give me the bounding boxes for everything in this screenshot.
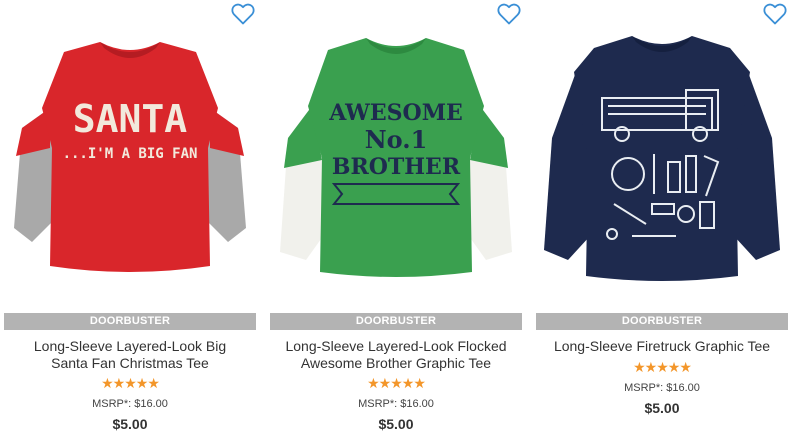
product-title-link[interactable]: Long-Sleeve Layered-Look Big Santa Fan C… [4, 338, 256, 372]
sale-price: $5.00 [378, 416, 414, 432]
shirt-print-subtext: BROTHER [332, 154, 461, 180]
rating-stars: ★★★★★ [101, 376, 160, 392]
product-image[interactable]: SANTA ...I'M A BIG FAN [4, 28, 256, 310]
shirt-print-subtext: No.1 [365, 125, 428, 154]
doorbuster-badge: DOORBUSTER [4, 313, 256, 330]
sale-price: $5.00 [112, 416, 148, 432]
rating-stars: ★★★★★ [367, 376, 426, 392]
product-title-line: Long-Sleeve Firetruck Graphic Tee [553, 338, 771, 354]
product-grid: SANTA ...I'M A BIG FAN DOORBUSTER Long-S… [0, 0, 794, 442]
product-title-line: Long-Sleeve Layered-Look Big [33, 338, 227, 354]
wishlist-heart-icon[interactable] [762, 2, 788, 26]
product-title-line: Long-Sleeve Layered-Look Flocked [285, 338, 507, 354]
rating-stars: ★★★★★ [633, 360, 692, 376]
shirt-print-text: SANTA [73, 97, 188, 141]
product-card: AWESOME No.1 BROTHER DOORBUSTER Long-Sle… [270, 0, 522, 442]
product-card: SANTA ...I'M A BIG FAN DOORBUSTER Long-S… [4, 0, 256, 442]
product-image[interactable]: AWESOME No.1 BROTHER [270, 28, 522, 310]
doorbuster-badge: DOORBUSTER [270, 313, 522, 330]
sale-price: $5.00 [644, 400, 680, 416]
msrp-price: MSRP*: $16.00 [358, 398, 434, 410]
msrp-price: MSRP*: $16.00 [624, 382, 700, 394]
product-image[interactable] [536, 28, 788, 310]
doorbuster-badge: DOORBUSTER [536, 313, 788, 330]
product-title-link[interactable]: Long-Sleeve Layered-Look Flocked Awesome… [270, 338, 522, 372]
wishlist-heart-icon[interactable] [230, 2, 256, 26]
product-title-line: Awesome Brother Graphic Tee [300, 355, 492, 371]
shirt-print-text: AWESOME [328, 100, 463, 126]
product-title-link[interactable]: Long-Sleeve Firetruck Graphic Tee [536, 338, 788, 355]
product-card: DOORBUSTER Long-Sleeve Firetruck Graphic… [536, 0, 788, 442]
product-title-line: Santa Fan Christmas Tee [51, 355, 209, 371]
wishlist-heart-icon[interactable] [496, 2, 522, 26]
msrp-price: MSRP*: $16.00 [92, 398, 168, 410]
shirt-print-subtext: ...I'M A BIG FAN [63, 146, 198, 162]
